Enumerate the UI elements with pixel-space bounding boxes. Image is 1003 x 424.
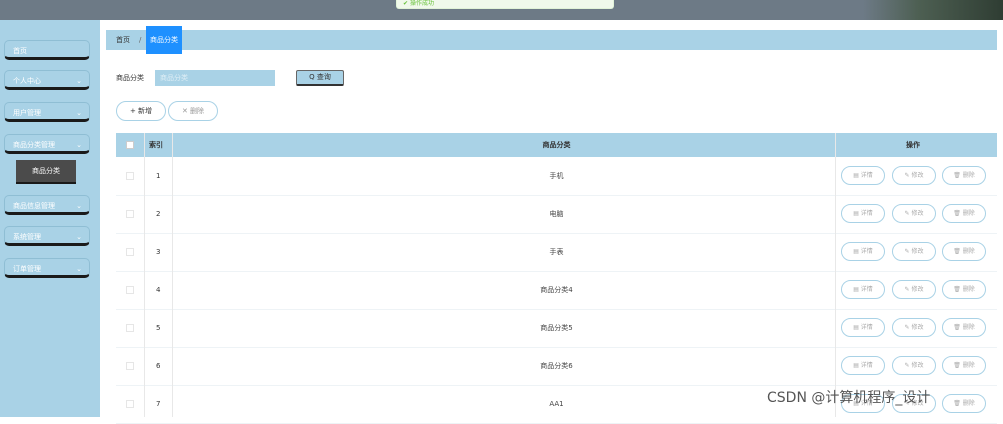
- watermark: CSDN @计算机程序_设计: [767, 390, 931, 406]
- submenu-item-label: 商品分类: [32, 167, 60, 175]
- top-header: ✔ 操作成功: [0, 0, 1003, 20]
- row-index: 3: [156, 248, 161, 256]
- table-row: 商品分类6 6 ▤ 详情 ✎ 修改 🗑 删除: [116, 347, 997, 386]
- sidebar-item-home[interactable]: 首页: [4, 40, 90, 60]
- column-header-index: 索引: [149, 141, 163, 149]
- column-header-ops: 操作: [906, 141, 920, 149]
- table-row: 手表 3 ▤ 详情 ✎ 修改 🗑 删除: [116, 233, 997, 272]
- sidebar-item-profile[interactable]: 个人中心 ⌄: [4, 70, 90, 90]
- sidebar-item-label: 商品分类管理: [13, 141, 55, 149]
- row-index: 6: [156, 362, 161, 370]
- column-divider: [144, 133, 145, 417]
- table-row: 电脑 2 ▤ 详情 ✎ 修改 🗑 删除: [116, 195, 997, 234]
- toast-check-icon: ✔: [403, 0, 410, 7]
- submenu-item-category[interactable]: 商品分类: [16, 160, 76, 184]
- row-edit-button[interactable]: ✎ 修改: [892, 318, 936, 337]
- sidebar-item-orders[interactable]: 订单管理 ⌄: [4, 258, 90, 278]
- row-delete-button[interactable]: 🗑 删除: [942, 394, 986, 413]
- row-index: 5: [156, 324, 161, 332]
- chevron-down-icon: ⌄: [76, 233, 82, 241]
- sidebar-item-label: 用户管理: [13, 109, 41, 117]
- table-header: 商品分类 索引 操作: [116, 133, 997, 157]
- search-label: 商品分类: [116, 74, 144, 82]
- row-index: 4: [156, 286, 161, 294]
- breadcrumb: 首页 / 商品分类: [106, 26, 997, 54]
- sidebar-item-label: 订单管理: [13, 265, 41, 273]
- column-divider: [835, 133, 836, 417]
- chevron-down-icon: ⌄: [76, 265, 82, 273]
- sidebar-item-system[interactable]: 系统管理 ⌄: [4, 226, 90, 246]
- table-row: 商品分类5 5 ▤ 详情 ✎ 修改 🗑 删除: [116, 309, 997, 348]
- sidebar-item-label: 首页: [13, 47, 27, 55]
- chevron-down-icon: ⌄: [76, 109, 82, 117]
- row-delete-button[interactable]: 🗑 删除: [942, 242, 986, 261]
- search-input[interactable]: [155, 70, 275, 86]
- row-delete-button[interactable]: 🗑 删除: [942, 356, 986, 375]
- sidebar-item-product-info[interactable]: 商品信息管理 ⌄: [4, 195, 90, 215]
- breadcrumb-current: 商品分类: [146, 26, 182, 54]
- sidebar-item-users[interactable]: 用户管理 ⌄: [4, 102, 90, 122]
- sidebar-item-label: 系统管理: [13, 233, 41, 241]
- row-detail-button[interactable]: ▤ 详情: [841, 318, 885, 337]
- table-row: 商品分类4 4 ▤ 详情 ✎ 修改 🗑 删除: [116, 271, 997, 310]
- row-delete-button[interactable]: 🗑 删除: [942, 204, 986, 223]
- header-background-image: [863, 0, 1003, 20]
- chevron-down-icon: ⌄: [76, 141, 82, 149]
- row-detail-button[interactable]: ▤ 详情: [841, 166, 885, 185]
- delete-button[interactable]: ✕ 删除: [168, 101, 218, 121]
- row-edit-button[interactable]: ✎ 修改: [892, 242, 936, 261]
- row-detail-button[interactable]: ▤ 详情: [841, 242, 885, 261]
- row-index: 7: [156, 400, 161, 408]
- row-index: 2: [156, 210, 161, 218]
- sidebar: 首页 个人中心 ⌄ 用户管理 ⌄ 商品分类管理 ⌄ 商品分类 商品信息管理 ⌄ …: [0, 20, 100, 417]
- success-toast: ✔ 操作成功: [396, 0, 614, 9]
- add-button[interactable]: + 新增: [116, 101, 166, 121]
- breadcrumb-home[interactable]: 首页: [116, 30, 130, 50]
- column-divider: [172, 133, 173, 417]
- row-delete-button[interactable]: 🗑 删除: [942, 318, 986, 337]
- row-edit-button[interactable]: ✎ 修改: [892, 204, 936, 223]
- column-header-category: 商品分类: [542, 141, 571, 149]
- row-index: 1: [156, 172, 161, 180]
- row-detail-button[interactable]: ▤ 详情: [841, 356, 885, 375]
- row-delete-button[interactable]: 🗑 删除: [942, 166, 986, 185]
- row-delete-button[interactable]: 🗑 删除: [942, 280, 986, 299]
- row-edit-button[interactable]: ✎ 修改: [892, 356, 936, 375]
- row-detail-button[interactable]: ▤ 详情: [841, 204, 885, 223]
- chevron-down-icon: ⌄: [76, 77, 82, 85]
- row-edit-button[interactable]: ✎ 修改: [892, 166, 936, 185]
- chevron-down-icon: ⌄: [76, 202, 82, 210]
- sidebar-item-label: 商品信息管理: [13, 202, 55, 210]
- search-button[interactable]: Q 查询: [296, 70, 344, 86]
- table-row: 手机 1 ▤ 详情 ✎ 修改 🗑 删除: [116, 157, 997, 196]
- toast-text: 操作成功: [409, 0, 434, 7]
- main-content: 首页 / 商品分类 商品分类 Q 查询 + 新增 ✕ 删除 商品分类 索引 操作…: [100, 20, 1003, 424]
- sidebar-item-category-management[interactable]: 商品分类管理 ⌄: [4, 134, 90, 154]
- row-detail-button[interactable]: ▤ 详情: [841, 280, 885, 299]
- sidebar-item-label: 个人中心: [13, 77, 41, 85]
- breadcrumb-separator: /: [139, 36, 142, 44]
- row-edit-button[interactable]: ✎ 修改: [892, 280, 936, 299]
